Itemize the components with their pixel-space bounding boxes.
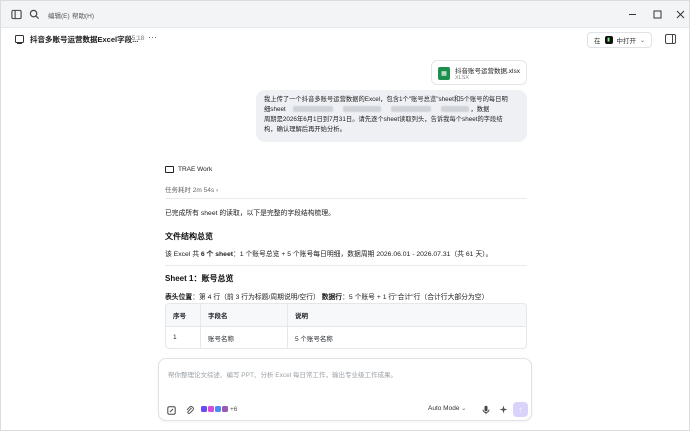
open-in-button[interactable]: 在 ▮ 中打开 ⌄ (587, 32, 653, 48)
user-message-line: 构，确认理解后再开始分析。 (264, 126, 346, 133)
chevron-down-icon: ⌄ (640, 37, 646, 44)
attachment-card[interactable]: ▦ 抖音账号运营数据.xlsx XLSX (431, 60, 527, 85)
trae-logo-icon (165, 166, 174, 173)
user-message-line: 细sheet ，数据 (264, 106, 490, 113)
maximize-icon (653, 10, 661, 18)
composer-placeholder[interactable]: 帮你整理论文综述、编写 PPT、分析 Excel 每日常工作，输出专业级工作成果… (168, 369, 397, 379)
field-table: 序号 字段名 说明 1 账号名称 5 个账号名称 (165, 303, 527, 349)
redacted-text (293, 106, 334, 113)
chevron-down-icon: ⌄ (461, 406, 467, 412)
mode-selector[interactable]: Auto Mode ⌄ (428, 405, 466, 412)
app-window: 编辑(E) 帮助(H) 抖音多账号运营数据Excel字段... 15:18 ··… (0, 0, 690, 431)
send-button[interactable]: ↑ (513, 402, 528, 417)
assistant-name: TRAE Work (178, 166, 213, 173)
redacted-text (343, 106, 382, 113)
skill-icon (215, 406, 221, 412)
panel-toggle-icon[interactable] (665, 34, 676, 44)
assistant-tag: TRAE Work (165, 166, 212, 173)
table-header-cell: 序号 (166, 304, 201, 326)
close-window-button[interactable] (673, 8, 687, 20)
attachment-type: XLSX (455, 75, 470, 81)
table-cell: 账号名称 (201, 327, 288, 348)
conversation-title[interactable]: 抖音多账号运营数据Excel字段... (30, 34, 138, 45)
screen-icon (15, 35, 24, 45)
microphone-icon[interactable] (482, 405, 490, 415)
sheet1-meta: 表头位置：第 4 行（前 3 行为标题/周期说明/空行） 数据行：5 个账号 +… (165, 294, 489, 301)
redacted-text (440, 106, 469, 113)
maximize-button[interactable] (650, 8, 664, 20)
conversation-time: 15:18 (128, 35, 145, 42)
user-message: 我上传了一个抖音多账号运营数据的Excel，包含1个"账号总览"sheet和5个… (256, 90, 527, 142)
minimize-icon (628, 13, 636, 15)
table-cell: 1 (166, 327, 201, 348)
close-icon (676, 10, 684, 18)
heading-overview: 文件结构总览 (165, 232, 213, 241)
overview-text: 该 Excel 共 6 个 sheet：1 个账号总览 + 5 个账号每日明细，… (165, 251, 493, 258)
context-icon[interactable] (167, 406, 176, 415)
menu-edit[interactable]: 编辑(E) (48, 10, 70, 20)
title-bar: 编辑(E) 帮助(H) (1, 1, 689, 28)
user-message-line: 我上传了一个抖音多账号运营数据的Excel，包含1个"账号总览"sheet和5个… (264, 96, 508, 103)
menu-help[interactable]: 帮助(H) (72, 10, 94, 20)
more-options-icon[interactable]: ··· (148, 32, 157, 42)
skill-icon (201, 406, 207, 412)
minimize-button[interactable] (625, 8, 639, 20)
skills-chip[interactable] (201, 406, 228, 412)
elapsed-toggle[interactable]: 任务耗时 2m 54s › (165, 184, 218, 194)
table-header-cell: 说明 (295, 313, 308, 320)
table-header-row: 序号 字段名 说明 (166, 304, 526, 326)
attachment-name: 抖音账号运营数据.xlsx (455, 68, 520, 75)
table-header-cell: 字段名 (201, 304, 288, 326)
skill-icon (222, 406, 228, 412)
terminal-app-icon: ▮ (604, 36, 613, 44)
divider (165, 265, 527, 266)
redacted-text (390, 106, 431, 113)
assistant-intro: 已完成所有 sheet 的读取，以下是完整的字段结构梳理。 (165, 210, 335, 217)
table-row: 1 账号名称 5 个账号名称 (166, 326, 526, 348)
open-in-label: 中打开 (616, 38, 637, 45)
divider (165, 198, 527, 199)
chevron-right-icon: › (215, 187, 219, 194)
open-in-prefix: 在 (594, 38, 601, 45)
heading-sheet1: Sheet 1：账号总览 (165, 274, 234, 283)
more-skills-count[interactable]: +6 (230, 406, 237, 413)
table-cell: 5 个账号名称 (295, 335, 333, 343)
sidebar-icon[interactable] (11, 9, 22, 20)
conversation-header: 抖音多账号运营数据Excel字段... 15:18 ··· (1, 29, 689, 51)
attach-icon[interactable] (185, 405, 194, 415)
excel-file-icon: ▦ (438, 67, 450, 80)
arrow-up-icon: ↑ (518, 405, 523, 414)
search-icon[interactable] (29, 9, 40, 20)
sparkle-icon[interactable] (499, 405, 508, 414)
user-message-line: 周期是2026年6月1日到7月31日。请先逐个sheet读取列头，告诉我每个sh… (264, 116, 503, 123)
skill-icon (208, 406, 214, 412)
